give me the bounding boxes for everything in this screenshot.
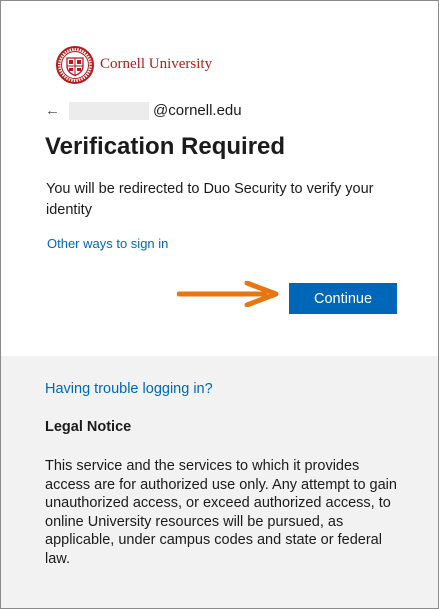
trouble-link[interactable]: Having trouble logging in?: [45, 381, 213, 397]
arrow-left-icon[interactable]: ←: [45, 101, 61, 121]
brand-name: Cornell University: [100, 56, 213, 72]
page-title: Verification Required: [45, 133, 286, 160]
arrow-right-icon: [177, 281, 279, 307]
redacted-username: [69, 102, 149, 120]
other-ways-link[interactable]: Other ways to sign in: [47, 236, 168, 251]
continue-button[interactable]: Continue: [289, 283, 397, 314]
signin-card: Cornell University ← @cornell.edu Verifi…: [1, 1, 438, 356]
cornell-logo: Cornell University: [55, 45, 215, 85]
description-text: You will be redirected to Duo Security t…: [46, 181, 374, 218]
legal-notice-text: This service and the services to which i…: [45, 458, 397, 567]
signin-panel: Cornell University ← @cornell.edu Verifi…: [0, 0, 439, 609]
email-domain: @cornell.edu: [153, 102, 242, 119]
cornell-seal-icon: [56, 46, 94, 84]
legal-notice-heading: Legal Notice: [45, 419, 132, 435]
